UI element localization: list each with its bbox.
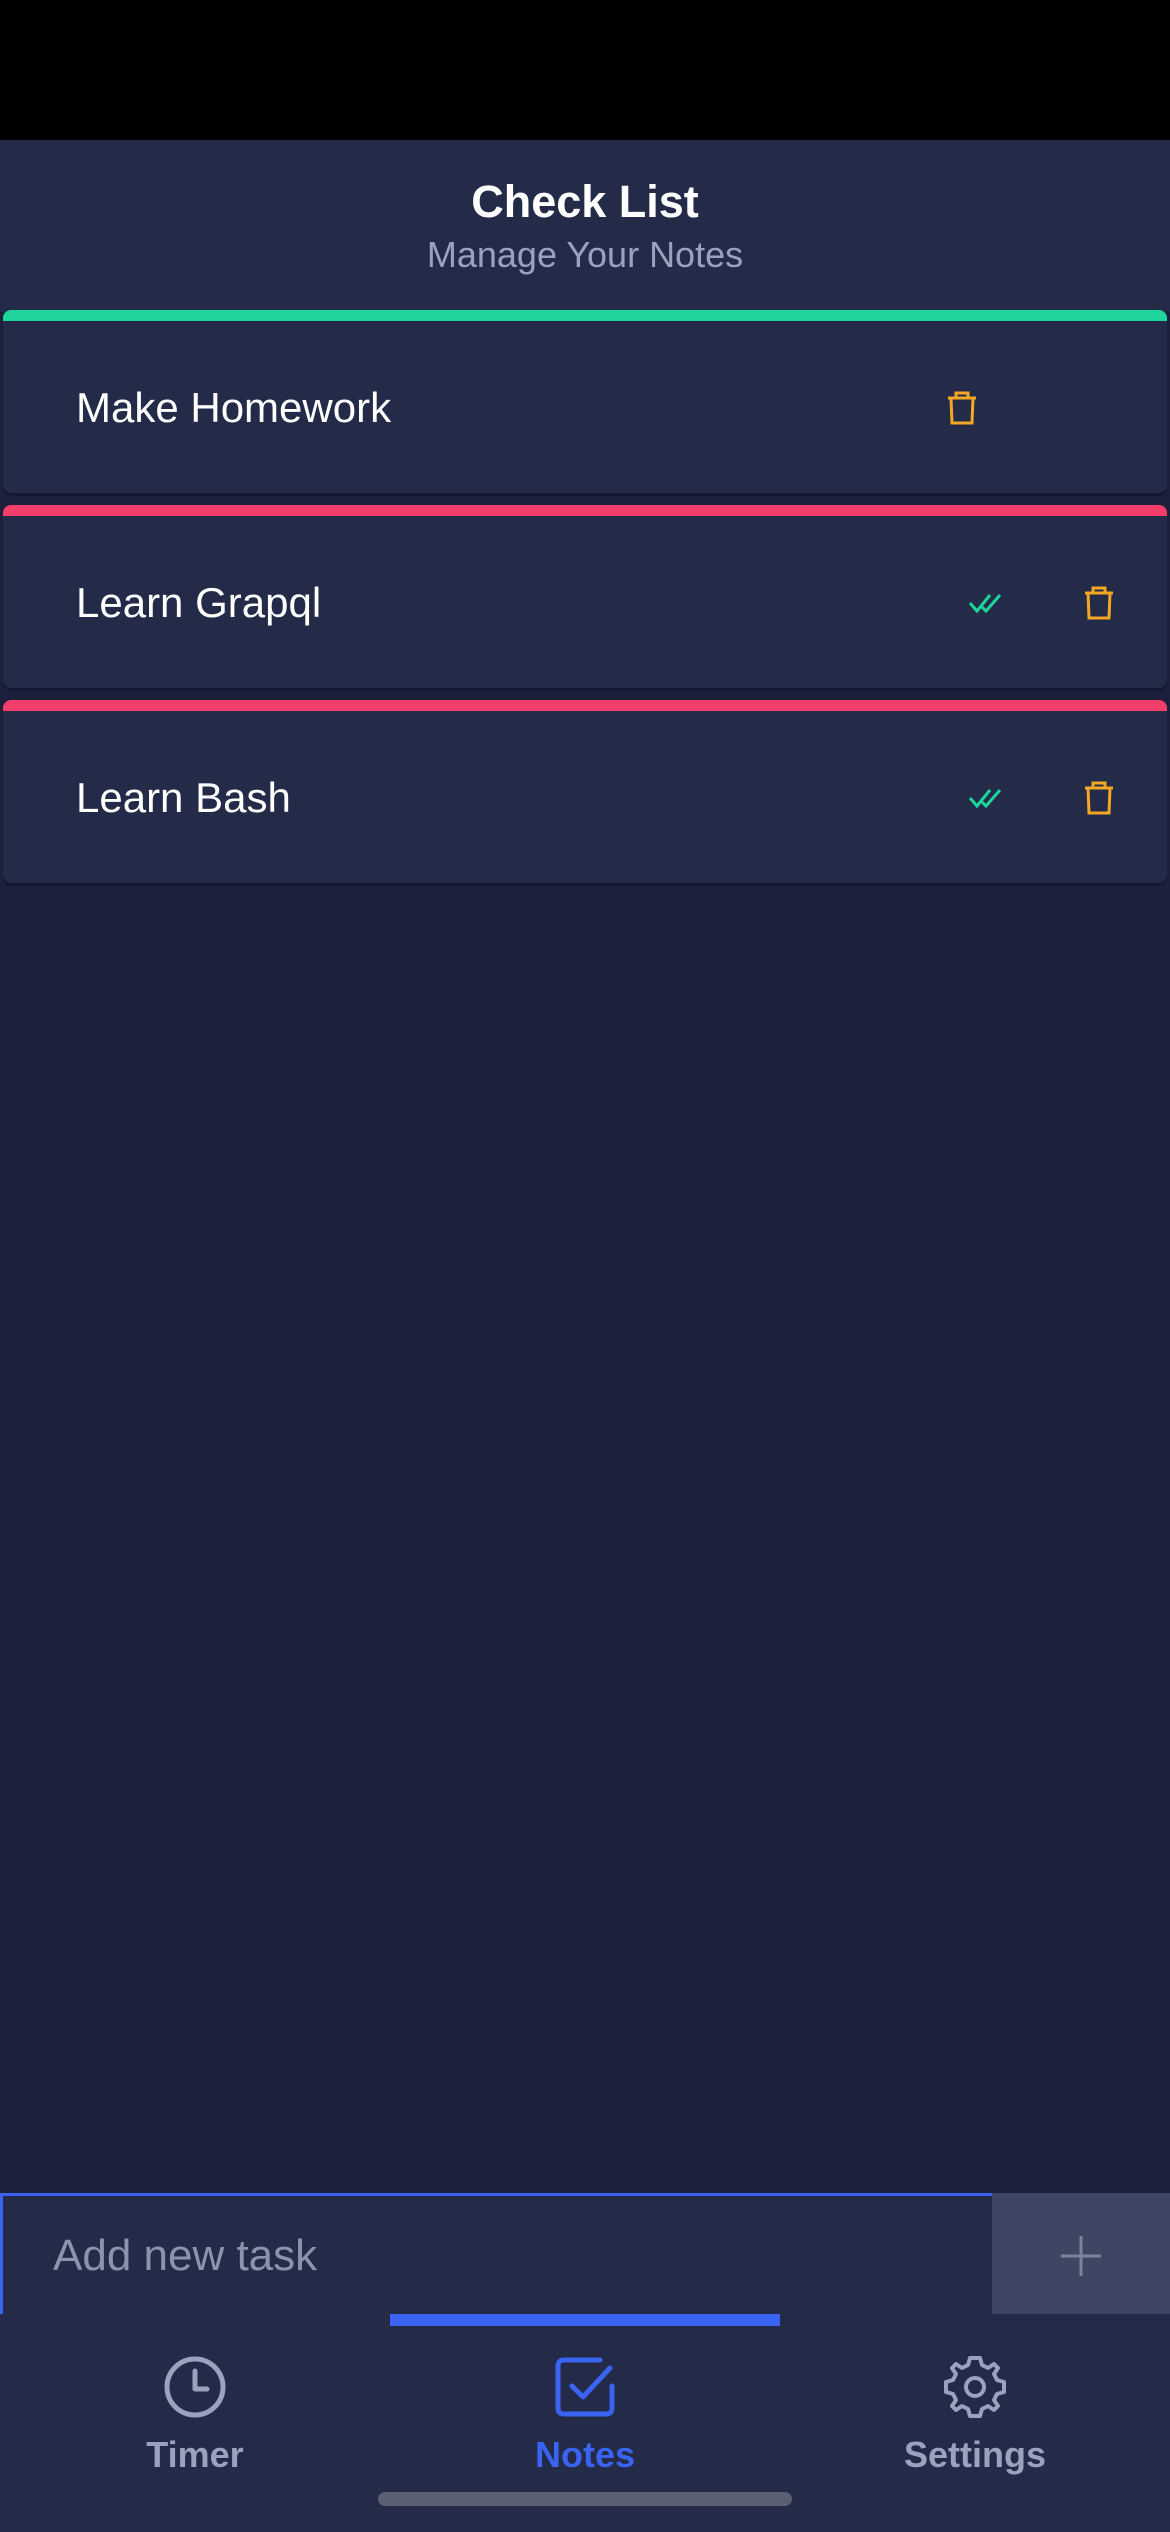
add-task-button[interactable] <box>992 2193 1170 2319</box>
home-indicator <box>378 2492 792 2506</box>
mark-done-button[interactable] <box>960 577 1012 629</box>
delete-button[interactable] <box>1073 577 1125 629</box>
delete-button[interactable] <box>1073 772 1125 824</box>
page-title: Check List <box>471 176 699 227</box>
gear-icon <box>944 2356 1006 2418</box>
new-task-input[interactable] <box>0 2193 1042 2319</box>
task-label: Make Homework <box>76 384 392 431</box>
add-task-bar <box>0 2193 1170 2319</box>
delete-button[interactable] <box>936 382 988 434</box>
status-bar <box>0 0 1170 140</box>
tab-notes[interactable]: Notes <box>390 2354 780 2494</box>
task-item[interactable]: Learn Bash <box>3 700 1167 883</box>
tab-timer[interactable]: Timer <box>0 2354 390 2494</box>
page-subtitle: Manage Your Notes <box>426 234 744 275</box>
plus-icon <box>1061 2236 1101 2276</box>
task-label: Learn Bash <box>76 774 291 821</box>
tab-label: Notes <box>534 2434 636 2475</box>
tab-settings[interactable]: Settings <box>780 2354 1170 2494</box>
tab-label: Settings <box>903 2434 1046 2475</box>
double-check-icon <box>968 789 1002 809</box>
task-status-strip <box>3 505 1167 516</box>
task-label: Learn Grapql <box>76 579 322 626</box>
task-item[interactable]: Make Homework <box>3 310 1167 493</box>
checkbox-icon <box>555 2357 615 2417</box>
app-screen: Check List Manage Your Notes Make Homewo… <box>0 0 1170 2532</box>
double-check-icon <box>968 594 1002 614</box>
task-status-strip <box>3 700 1167 711</box>
header: Check List Manage Your Notes <box>0 140 1170 312</box>
trash-icon <box>1085 586 1113 620</box>
active-tab-indicator <box>390 2314 780 2326</box>
task-item[interactable]: Learn Grapql <box>3 505 1167 688</box>
trash-icon <box>1085 781 1113 815</box>
tab-label: Timer <box>146 2434 244 2475</box>
trash-icon <box>948 391 976 425</box>
clock-icon <box>164 2356 226 2418</box>
task-status-strip <box>3 310 1167 321</box>
mark-done-button[interactable] <box>960 772 1012 824</box>
